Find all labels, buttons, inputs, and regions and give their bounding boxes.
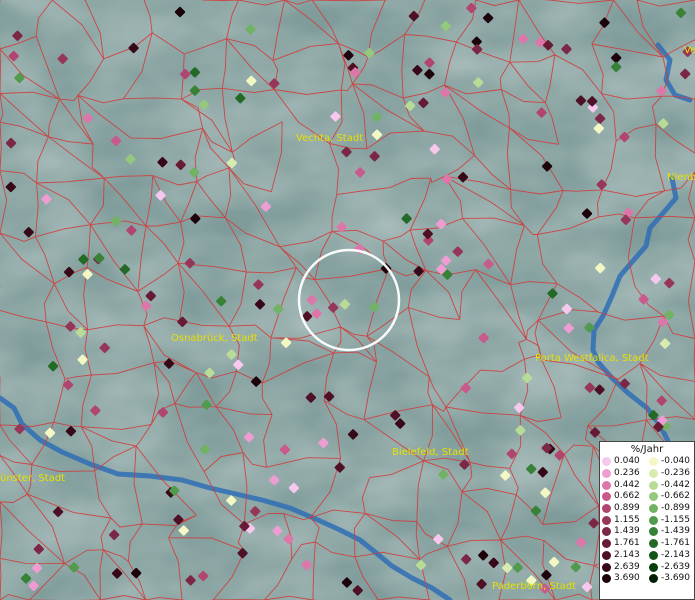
legend-label: 0.899 <box>614 503 640 514</box>
legend-swatch <box>649 527 658 537</box>
legend-label: 0.442 <box>614 479 640 490</box>
legend-entry-positive: 0.899 <box>600 503 647 514</box>
legend-entry-negative: -1.155 <box>647 515 694 526</box>
legend-label: 2.639 <box>614 561 640 572</box>
legend-entry-positive: 1.761 <box>600 538 647 549</box>
legend-row: 1.155 -1.155 <box>600 514 694 526</box>
legend-entry-negative: -3.690 <box>647 573 694 584</box>
city-label-muenster: ünster, Stadt <box>0 473 66 484</box>
map-layer[interactable] <box>0 0 695 600</box>
city-label-vechta: Vechta, Stadt <box>296 133 364 144</box>
legend-swatch <box>602 574 611 584</box>
legend-entry-negative: -0.040 <box>647 456 694 467</box>
legend-entry-negative: -0.236 <box>647 468 694 479</box>
city-label-porta-westfalica: Porta Westfalica, Stadt <box>535 353 649 364</box>
legend-row: 0.236 -0.236 <box>600 468 694 480</box>
legend-entry-negative: -0.899 <box>647 503 694 514</box>
legend-title: %/Jahr <box>630 444 664 455</box>
legend-label: 1.761 <box>614 538 640 549</box>
legend-label: 1.155 <box>614 514 640 525</box>
city-label-paderborn: Paderborn, Stadt <box>492 581 577 592</box>
legend-label: 1.439 <box>614 526 640 537</box>
legend-label: -0.442 <box>661 479 691 490</box>
legend-swatch <box>649 480 658 490</box>
legend-swatch <box>602 515 611 525</box>
legend-swatch <box>602 480 611 490</box>
legend-row: 1.439 -1.439 <box>600 526 694 538</box>
legend-swatch <box>649 457 658 467</box>
legend-label: -0.662 <box>661 491 691 502</box>
legend-entry-positive: 2.143 <box>600 550 647 561</box>
legend-swatch <box>602 492 611 502</box>
city-label-osnabrueck: Osnabrück, Stadt <box>171 333 258 344</box>
legend-swatch <box>649 515 658 525</box>
legend-swatch <box>602 469 611 479</box>
legend-entry-negative: -0.662 <box>647 491 694 502</box>
legend-swatch <box>649 562 658 572</box>
legend-entry-positive: 1.439 <box>600 526 647 537</box>
legend-label: -1.155 <box>661 514 691 525</box>
legend-label: -0.040 <box>661 456 691 467</box>
legend-rows: 0.040 -0.040 0.236 -0.236 0.442 -0.442 0… <box>600 456 694 585</box>
legend-label: 0.236 <box>614 468 640 479</box>
legend-row: 1.761 -1.761 <box>600 538 694 550</box>
legend-entry-negative: -2.639 <box>647 562 694 573</box>
legend-label: -2.639 <box>661 561 691 572</box>
legend-swatch <box>602 550 611 560</box>
legend-swatch <box>602 504 611 514</box>
legend-swatch <box>602 539 611 549</box>
legend-entry-negative: -0.442 <box>647 480 694 491</box>
legend-entry-negative: -2.143 <box>647 550 694 561</box>
legend-row: 0.899 -0.899 <box>600 503 694 515</box>
legend-row: 2.639 -2.639 <box>600 561 694 573</box>
legend-row: 0.662 -0.662 <box>600 491 694 503</box>
legend-label: 0.040 <box>614 456 640 467</box>
legend-label: -1.439 <box>661 526 691 537</box>
legend-label: 2.143 <box>614 549 640 560</box>
legend-row: 2.143 -2.143 <box>600 550 694 562</box>
legend-swatch <box>649 504 658 514</box>
legend-swatch <box>649 574 658 584</box>
legend-entry-negative: -1.761 <box>647 538 694 549</box>
legend-entry-positive: 0.662 <box>600 491 647 502</box>
legend-row: 0.040 -0.040 <box>600 456 694 468</box>
legend-row: 3.690 -3.690 <box>600 573 694 585</box>
legend-label: -0.236 <box>661 468 691 479</box>
legend-entry-negative: -1.439 <box>647 526 694 537</box>
legend-swatch <box>649 492 658 502</box>
legend-label: -2.143 <box>661 549 691 560</box>
city-label-verden: Ve <box>684 45 695 56</box>
legend-label: 0.662 <box>614 491 640 502</box>
legend-label: 3.690 <box>614 573 640 584</box>
legend-swatch <box>649 550 658 560</box>
city-label-nienburg: Nienb <box>667 172 695 183</box>
legend-entry-positive: 0.442 <box>600 480 647 491</box>
legend-entry-positive: 1.155 <box>600 515 647 526</box>
legend-swatch <box>649 539 658 549</box>
legend-label: -1.761 <box>661 538 691 549</box>
legend-label: -3.690 <box>661 573 691 584</box>
legend-entry-positive: 0.040 <box>600 456 647 467</box>
legend-label: -0.899 <box>661 503 691 514</box>
city-label-bielefeld: Bielefeld, Stadt <box>392 447 469 458</box>
legend-row: 0.442 -0.442 <box>600 479 694 491</box>
legend-entry-positive: 0.236 <box>600 468 647 479</box>
legend-swatch <box>602 457 611 467</box>
legend-entry-positive: 3.690 <box>600 573 647 584</box>
legend-swatch <box>602 562 611 572</box>
legend: %/Jahr 0.040 -0.040 0.236 -0.236 0.442 -… <box>599 441 695 600</box>
legend-swatch <box>602 527 611 537</box>
legend-swatch <box>649 469 658 479</box>
legend-entry-positive: 2.639 <box>600 562 647 573</box>
map-canvas[interactable]: Vechta, Stadt Osnabrück, Stadt Porta Wes… <box>0 0 695 600</box>
